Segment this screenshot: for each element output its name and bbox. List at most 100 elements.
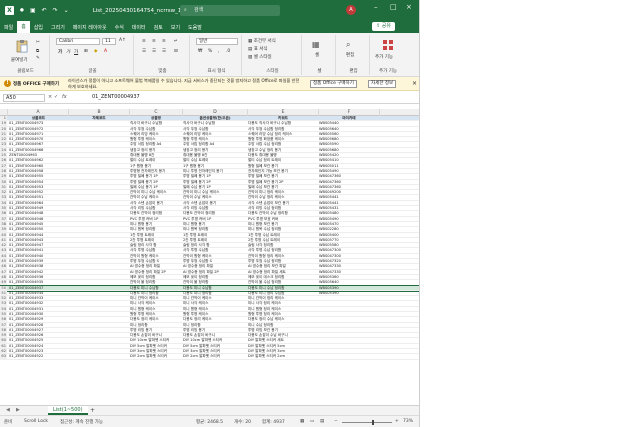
zoom-slider-thumb[interactable] xyxy=(372,420,374,425)
conditional-format-button[interactable]: ▦ 조건부 서식 xyxy=(248,38,276,44)
align-bottom-icon[interactable]: ≡ xyxy=(162,39,166,44)
cells-icon[interactable]: ▦ xyxy=(312,40,320,49)
more-info-button[interactable]: 자세한 정보 xyxy=(368,80,397,88)
addins-icon[interactable] xyxy=(382,39,394,51)
paste-button[interactable]: 붙여넣기 xyxy=(11,57,28,63)
undo-icon[interactable]: ↶ xyxy=(42,7,47,14)
sheet-tab-list[interactable]: List(1~500) xyxy=(48,406,88,415)
styles-group-label: 스타일 xyxy=(266,69,279,74)
tab-file[interactable]: 파일 xyxy=(0,24,17,31)
confirm-icon[interactable]: ✓ xyxy=(54,94,58,100)
page-layout-icon[interactable]: ▭ xyxy=(310,419,314,424)
font-name-select[interactable]: Calibri xyxy=(56,38,100,45)
select-all-corner[interactable] xyxy=(0,109,8,116)
copy-icon[interactable]: ⧉ xyxy=(36,48,39,54)
minimize-icon[interactable]: – xyxy=(374,3,378,11)
zoom-level[interactable]: 73% xyxy=(403,419,413,424)
formula-input[interactable]: 01_ZENT00004937 xyxy=(92,94,140,100)
grid-cell[interactable]: 01_ZENT00004922 xyxy=(8,354,68,359)
normal-view-icon[interactable]: ▦ xyxy=(300,419,304,424)
paste-icon[interactable] xyxy=(15,39,29,53)
user-avatar[interactable]: A xyxy=(346,5,356,15)
cells-button[interactable]: 셀 xyxy=(315,52,319,58)
editing-button[interactable]: 편집 xyxy=(346,52,354,58)
prev-sheet-icon[interactable]: ◀ xyxy=(6,407,10,413)
save-icon[interactable]: ▣ xyxy=(30,7,36,14)
editing-icon[interactable]: ⌕ xyxy=(346,40,350,50)
add-sheet-button[interactable]: + xyxy=(90,407,95,414)
underline-button[interactable]: 가 xyxy=(74,49,78,55)
align-center-icon[interactable]: ☰ xyxy=(152,49,156,54)
license-warning-text: 라이선스가 정품이 아니고 소프트웨어 불법 복제품일 수 있습니다. 지금 서… xyxy=(68,78,300,89)
name-box[interactable]: A50 xyxy=(3,94,45,102)
zoom-out-icon[interactable]: − xyxy=(334,419,338,424)
cut-icon[interactable]: ✂ xyxy=(36,40,40,45)
decimal-icon[interactable]: .0 xyxy=(226,49,230,54)
column-header-d[interactable]: D xyxy=(183,109,248,116)
font-group-label: 글꼴 xyxy=(88,69,97,74)
grid-cell[interactable] xyxy=(69,354,129,359)
merge-icon[interactable]: ⊟ xyxy=(174,49,178,54)
maximize-icon[interactable]: □ xyxy=(390,3,397,11)
format-as-table-button[interactable]: ▤ 표 서식 xyxy=(248,46,268,52)
insert-function-icon[interactable]: fx xyxy=(62,94,67,100)
cancel-icon[interactable]: × xyxy=(48,94,52,100)
align-top-icon[interactable]: ≡ xyxy=(142,39,146,44)
spreadsheet-grid[interactable]: A B C D E F 1 상품코드 자체코드 상품명 옵션상품명(한/오픈) … xyxy=(0,109,419,407)
column-header-c[interactable]: C xyxy=(130,109,183,116)
grid-cell[interactable]: DIY 2cm 알파벳 스티커 xyxy=(183,354,247,359)
tab-draw[interactable]: 그리기 xyxy=(47,24,69,31)
grid-cell[interactable]: DIY 알파벳 스티커 2cm xyxy=(248,354,318,359)
tab-formulas[interactable]: 수식 xyxy=(111,24,128,31)
format-painter-icon[interactable]: ✎ xyxy=(36,56,40,61)
close-notice-icon[interactable]: × xyxy=(412,80,417,87)
border-icon[interactable]: ⊞ xyxy=(84,49,88,54)
ribbon-home: 붙여넣기 ✂ ⧉ ✎ 클립보드 Calibri 11 A↑ 가 가 가 ⊞ ◆ … xyxy=(0,33,419,77)
font-size-select[interactable]: 11 xyxy=(102,38,116,45)
autosave-toggle[interactable]: ● xyxy=(20,8,24,13)
align-left-icon[interactable]: ☰ xyxy=(142,49,146,54)
grow-font-icon[interactable]: A↑ xyxy=(119,38,126,43)
column-header-b[interactable]: B xyxy=(69,109,130,116)
tab-insert[interactable]: 삽입 xyxy=(30,24,47,31)
tab-data[interactable]: 데이터 xyxy=(128,24,150,31)
tab-review[interactable]: 검토 xyxy=(150,24,167,31)
quick-access-more-icon[interactable]: ⌄ xyxy=(64,7,69,14)
status-accessibility[interactable]: 접근성: 계속 진행 가능 xyxy=(60,419,103,425)
tab-home[interactable]: 홈 xyxy=(17,21,30,33)
column-header-e[interactable]: E xyxy=(248,109,319,116)
addins-button[interactable]: 추가 기능 xyxy=(375,54,393,60)
zoom-slider[interactable] xyxy=(342,422,392,423)
bold-button[interactable]: 가 xyxy=(58,49,62,55)
grid-cell[interactable] xyxy=(319,354,379,359)
percent-icon[interactable]: % xyxy=(208,49,212,54)
number-format-select[interactable]: 일반 xyxy=(196,38,238,45)
align-middle-icon[interactable]: ≡ xyxy=(152,39,156,44)
zoom-in-icon[interactable]: + xyxy=(395,419,399,424)
search-icon: ⌕ xyxy=(184,7,187,13)
row-number[interactable]: 63 xyxy=(0,354,7,360)
font-color-icon[interactable]: A xyxy=(104,49,107,54)
comma-icon[interactable]: , xyxy=(218,49,219,54)
share-button[interactable]: ⇪ 공유 xyxy=(372,22,395,31)
tab-page-layout[interactable]: 페이지 레이아웃 xyxy=(69,24,111,31)
align-right-icon[interactable]: ☰ xyxy=(162,49,166,54)
sheet-tab-bar: ◀ ▶ List(1~500) + xyxy=(0,405,419,415)
fill-color-icon[interactable]: ◆ xyxy=(94,49,97,54)
redo-icon[interactable]: ↷ xyxy=(53,7,58,14)
table-row[interactable]: 63 01_ZENT00004922 DIY 2cm 알파벳 스티커 DIY 2cm … xyxy=(0,354,419,360)
italic-button[interactable]: 가 xyxy=(66,49,70,55)
close-icon[interactable]: × xyxy=(406,3,412,11)
grid-cell[interactable]: DIY 2cm 알파벳 스티커 xyxy=(130,354,182,359)
page-break-icon[interactable]: ▤ xyxy=(320,419,324,424)
wrap-text-icon[interactable]: ↵ xyxy=(174,39,178,44)
column-header-a[interactable]: A xyxy=(8,109,69,116)
tab-view[interactable]: 보기 xyxy=(167,24,184,31)
search-box[interactable]: ⌕ 검색 xyxy=(180,5,280,16)
next-sheet-icon[interactable]: ▶ xyxy=(16,407,20,413)
tab-help[interactable]: 도움말 xyxy=(184,24,206,31)
column-header-f[interactable]: F xyxy=(319,109,380,116)
buy-office-button[interactable]: 정품 Office 구매하기 xyxy=(310,80,357,88)
cell-styles-button[interactable]: ▧ 셀 스타일 xyxy=(248,54,272,60)
currency-icon[interactable]: ₩ xyxy=(198,49,202,54)
